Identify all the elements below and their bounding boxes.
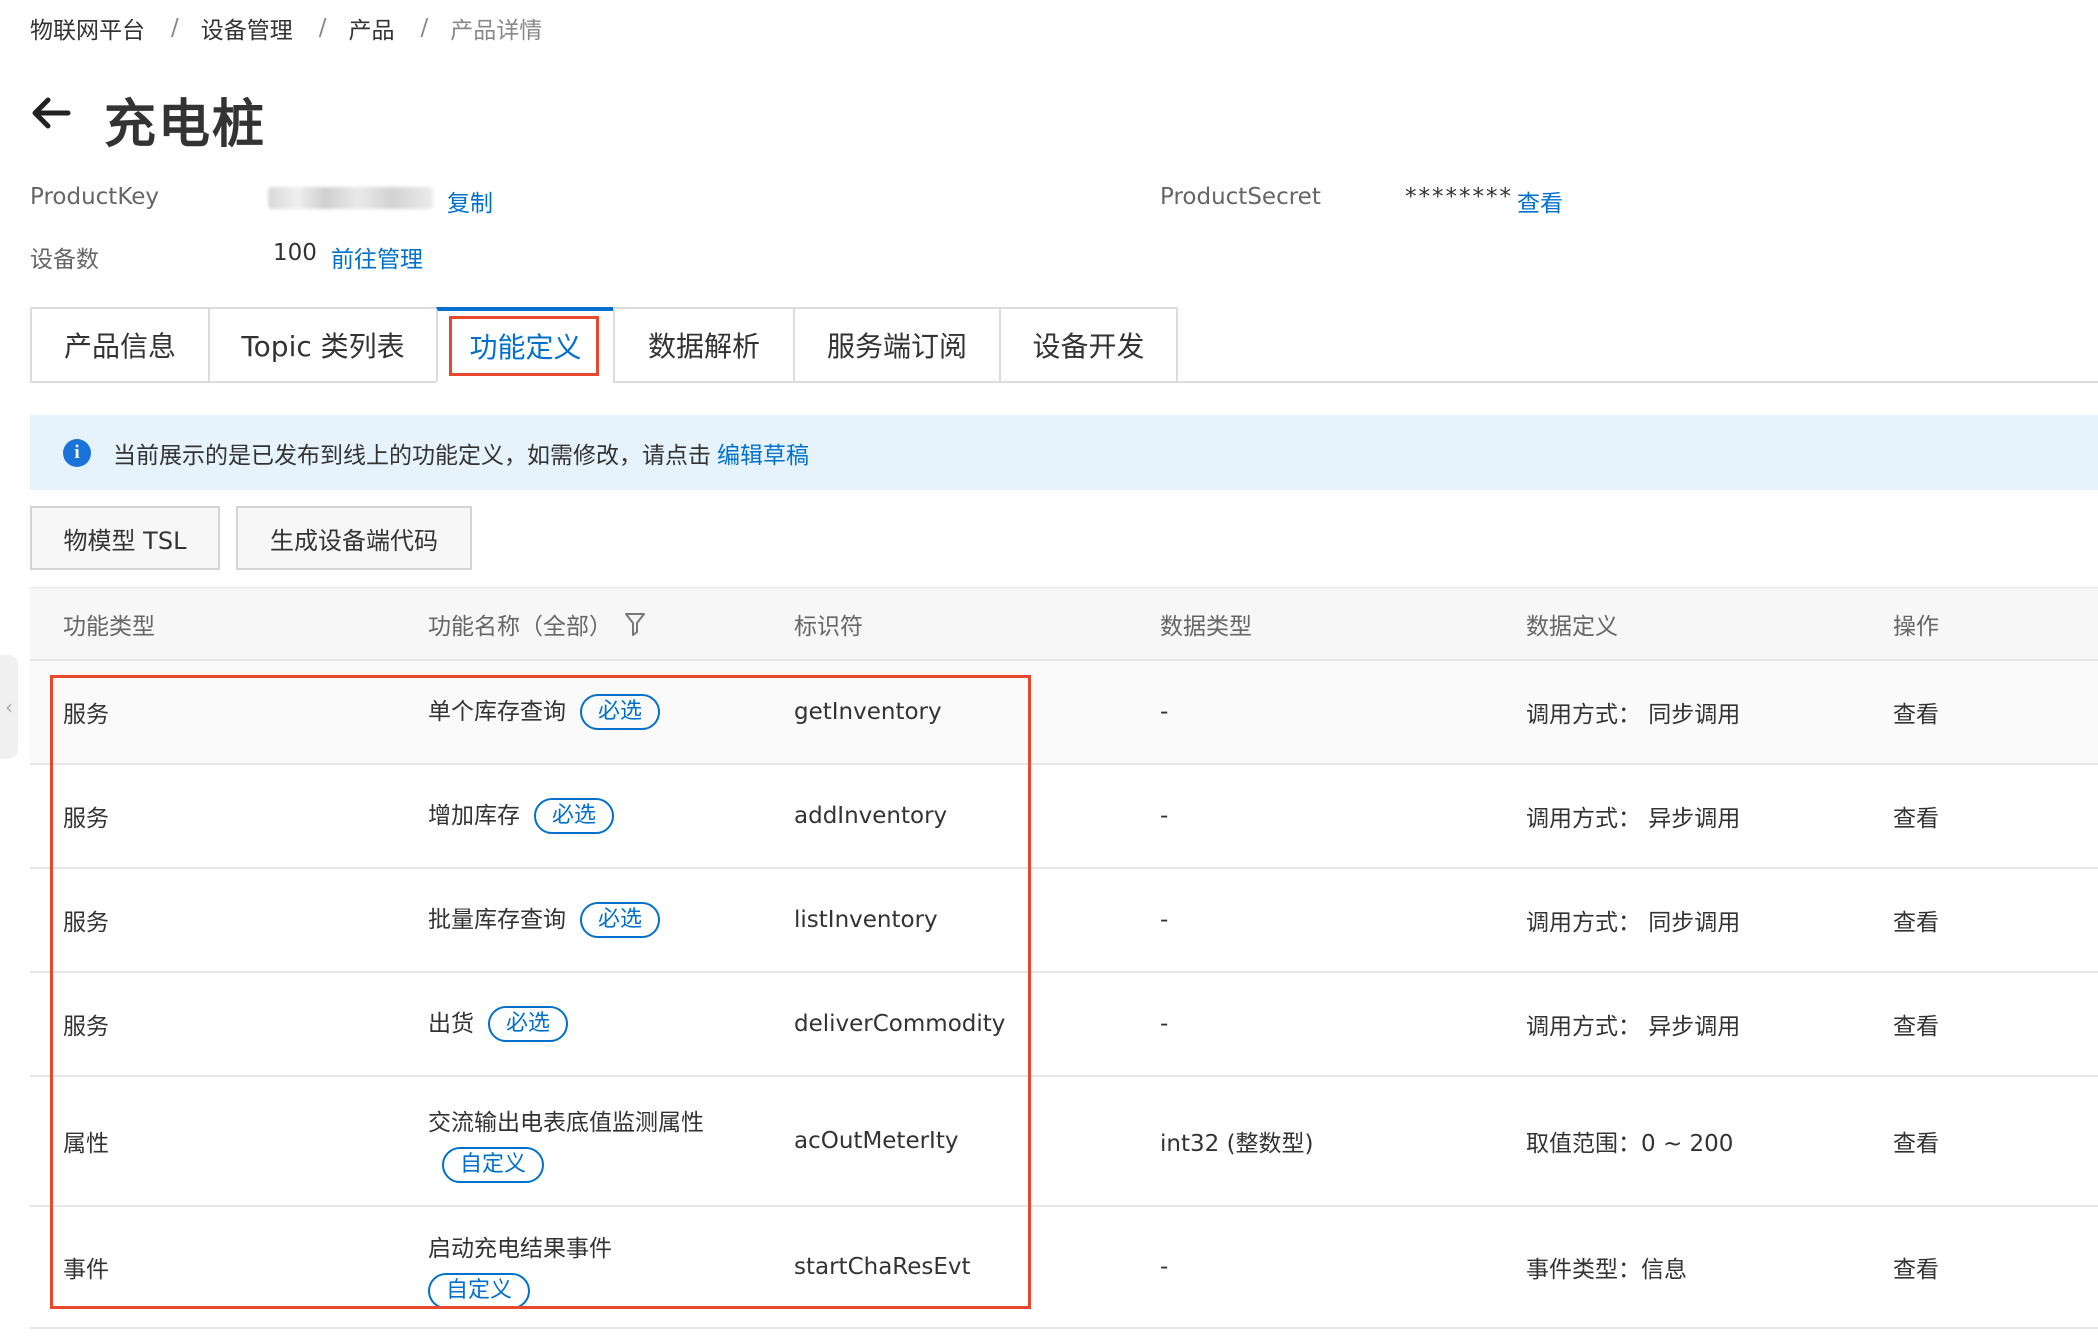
tab-topic-list[interactable]: Topic 类列表 — [208, 307, 438, 383]
breadcrumb-separator: / — [318, 15, 327, 41]
tsl-button[interactable]: 物模型 TSL — [30, 506, 220, 570]
cell-data-type: int32 (整数型) — [1160, 1131, 1314, 1157]
header-identifier: 标识符 — [794, 614, 863, 640]
view-link[interactable]: 查看 — [1893, 765, 1939, 867]
device-count-value: 100 — [273, 240, 317, 266]
view-link[interactable]: 查看 — [1893, 1077, 1939, 1205]
info-icon: i — [63, 438, 91, 467]
header-name-label: 功能名称（全部） — [428, 614, 612, 640]
page-title: 充电桩 — [104, 95, 267, 155]
header-type: 功能类型 — [63, 614, 155, 640]
cell-data-definition: 调用方式： 同步调用 — [1526, 910, 1741, 936]
tab-data-parsing[interactable]: 数据解析 — [613, 307, 795, 383]
header-operation: 操作 — [1893, 614, 1939, 640]
view-link[interactable]: 查看 — [1893, 973, 1939, 1075]
breadcrumb-item-product[interactable]: 产品 — [349, 11, 395, 45]
cell-data-type: - — [1160, 699, 1169, 725]
breadcrumb-separator: / — [420, 15, 429, 41]
cell-data-type: - — [1160, 803, 1169, 829]
view-link[interactable]: 查看 — [1893, 1207, 1939, 1327]
rows-highlight-box — [50, 675, 1031, 1309]
header-data-definition: 数据定义 — [1526, 614, 1618, 640]
chevron-left-icon[interactable]: ‹ — [0, 655, 18, 759]
breadcrumb-item-product-detail: 产品详情 — [450, 18, 543, 44]
generate-device-code-button[interactable]: 生成设备端代码 — [236, 506, 472, 570]
view-link[interactable]: 查看 — [1893, 869, 1939, 971]
view-link[interactable]: 查看 — [1893, 661, 1939, 763]
cell-data-definition: 事件类型：信息 — [1526, 1257, 1687, 1283]
cell-data-type: - — [1160, 1254, 1169, 1280]
arrow-left-icon[interactable] — [28, 90, 74, 136]
active-tab-highlight-box — [449, 316, 599, 376]
header-name[interactable]: 功能名称（全部） — [428, 588, 646, 660]
cell-data-type: - — [1160, 1011, 1169, 1037]
table-header: 功能类型 功能名称（全部） 标识符 数据类型 数据定义 操作 — [30, 587, 2098, 661]
cell-data-definition: 调用方式： 同步调用 — [1526, 702, 1741, 728]
breadcrumb: 物联网平台 / 设备管理 / 产品 / 产品详情 — [30, 8, 542, 48]
breadcrumb-item-iot-platform[interactable]: 物联网平台 — [30, 11, 145, 45]
notice-banner: i 当前展示的是已发布到线上的功能定义，如需修改，请点击 编辑草稿 — [30, 415, 2098, 490]
copy-product-key-link[interactable]: 复制 — [447, 184, 493, 218]
breadcrumb-item-device-management[interactable]: 设备管理 — [201, 11, 293, 45]
cell-data-definition: 调用方式： 异步调用 — [1526, 1014, 1741, 1040]
device-count-label: 设备数 — [30, 247, 99, 273]
breadcrumb-separator: / — [171, 15, 179, 41]
cell-data-type: - — [1160, 907, 1169, 933]
tab-product-info[interactable]: 产品信息 — [30, 307, 210, 383]
cell-data-definition: 取值范围：0 ~ 200 — [1526, 1131, 1734, 1157]
tab-device-development[interactable]: 设备开发 — [999, 307, 1178, 383]
notice-text: 当前展示的是已发布到线上的功能定义，如需修改，请点击 — [113, 442, 711, 469]
view-product-secret-link[interactable]: 查看 — [1517, 184, 1563, 218]
edit-draft-link[interactable]: 编辑草稿 — [717, 436, 809, 470]
manage-devices-link[interactable]: 前往管理 — [331, 240, 423, 274]
product-key-label: ProductKey — [30, 184, 160, 210]
product-secret-label: ProductSecret — [1160, 184, 1321, 210]
filter-icon[interactable] — [624, 611, 646, 637]
product-key-value-masked — [268, 187, 433, 209]
product-secret-value: ******** — [1405, 184, 1513, 210]
header-data-type: 数据类型 — [1160, 614, 1252, 640]
cell-data-definition: 调用方式： 异步调用 — [1526, 806, 1741, 832]
tab-server-subscription[interactable]: 服务端订阅 — [793, 307, 1001, 383]
